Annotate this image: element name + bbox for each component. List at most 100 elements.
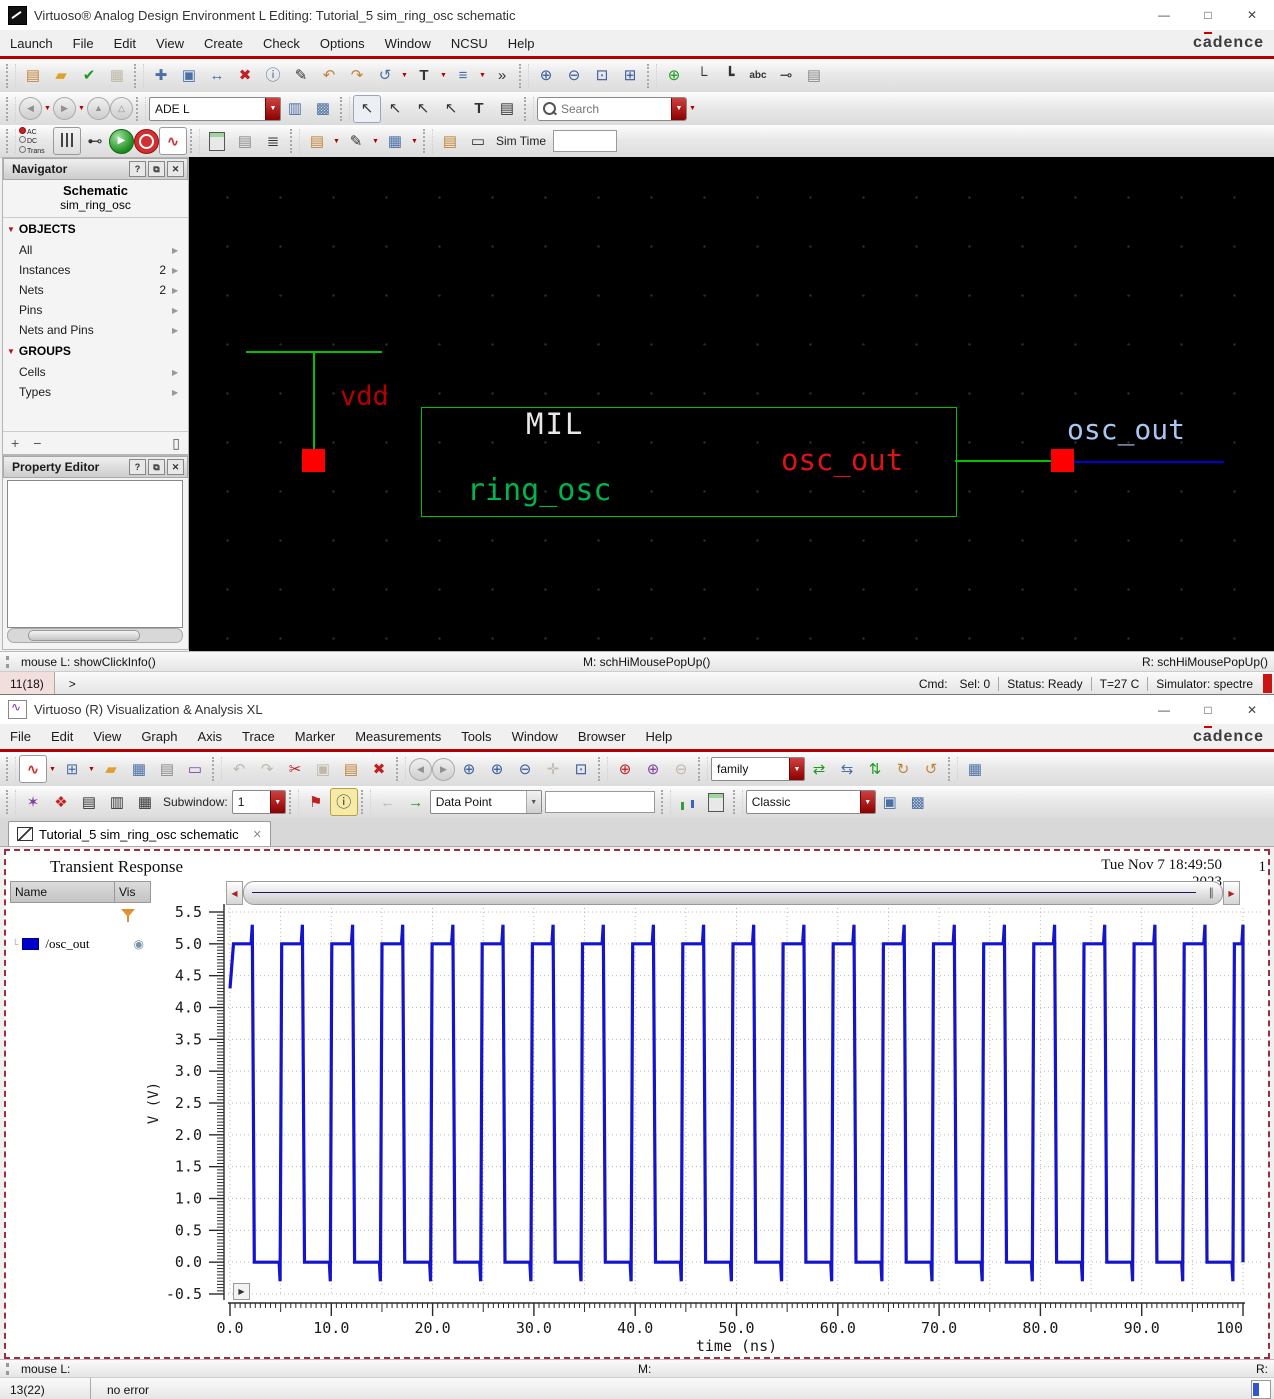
schematic-canvas[interactable]: vdd MIL ring_osc osc_out osc_out [189,157,1274,651]
snapshot-icon[interactable]: ▭ [181,755,209,783]
create-note-icon[interactable]: ▤ [800,62,828,90]
snap-mode-combo-arrow-icon[interactable]: ▼ [525,791,541,813]
instance-cell-label[interactable]: ring_osc [467,473,612,508]
create-wire-wide-icon[interactable]: ┗ [716,62,744,90]
search-box[interactable]: ▼ [537,96,687,121]
workspace-combo[interactable]: ADE L ▼ [149,96,281,121]
menu-browser[interactable]: Browser [568,725,636,748]
expand-icon[interactable]: ▶ [172,388,182,397]
help-icon[interactable]: ? [129,161,146,177]
undo-icon[interactable]: ↶ [315,62,343,90]
graph-wizard-icon[interactable]: ✶ [19,788,47,816]
edit-testbench-icon[interactable]: ✎ [342,127,370,155]
browser-cards-icon[interactable]: ❖ [47,788,75,816]
create-instance-icon[interactable]: ⊕ [660,62,688,90]
maximize-button[interactable]: □ [1186,1,1230,29]
snap-value-input[interactable] [544,791,655,813]
plot-outputs-icon[interactable]: ∿ [159,127,187,155]
new-graph-icon[interactable]: ∿ [19,755,47,783]
save-icon[interactable]: ▦ [103,62,131,90]
nav-item-all[interactable]: All ▶ [3,240,188,260]
appearance-combo[interactable]: Classic ▼ [745,790,876,814]
snap-mode-combo[interactable]: Data Point ▼ [429,790,542,814]
more-tools-icon[interactable]: » [488,62,516,90]
next-view-icon[interactable]: ▶ [432,757,455,781]
net-select-icon[interactable]: ↖ [409,95,437,123]
nav-up-icon[interactable]: ▲ [87,97,110,120]
zoom-out-icon[interactable]: ⊖ [560,62,588,90]
new-subwindow-icon[interactable]: ⊞ [58,755,86,783]
close-button[interactable]: ✕ [1230,696,1274,724]
prev-view-icon[interactable]: ◀ [409,757,432,781]
align-icon[interactable]: ≡ [449,62,477,90]
nav-back-icon[interactable]: ◀ [19,97,42,120]
menu-measurements[interactable]: Measurements [345,725,451,748]
command-log-icon[interactable]: ▭ [464,127,492,155]
menu-window[interactable]: Window [375,32,441,55]
zoom-in-icon[interactable]: ⊕ [532,62,560,90]
expand-icon[interactable]: ▶ [172,326,182,335]
show-table-icon[interactable]: ▦ [961,755,989,783]
copy-icon[interactable]: ▣ [309,755,337,783]
vdd-stem-wire[interactable] [313,351,315,451]
menu-options[interactable]: Options [310,32,375,55]
maximize-button[interactable]: □ [1186,696,1230,724]
rotate-dropdown-icon[interactable]: ▼ [399,65,410,87]
menu-ncsu[interactable]: NCSU [441,32,498,55]
close-button[interactable]: ✕ [1230,1,1274,29]
nav-item-instances[interactable]: Instances 2 ▶ [3,260,188,280]
create-wire-name-icon[interactable]: abc [744,62,772,90]
instance-pin-label[interactable]: osc_out [781,443,903,477]
zoom-in-icon[interactable]: ⊕ [455,755,483,783]
prev-data-point-icon[interactable]: ← [374,788,402,816]
annotate-info-icon[interactable]: ⓘ [329,788,358,816]
float-icon[interactable]: ⧉ [148,459,165,475]
check-and-save-icon[interactable]: ✔ [75,62,103,90]
reset-appearance-icon[interactable]: ▩ [904,788,932,816]
strip-play-icon[interactable]: ▶ [233,1283,250,1300]
search-options-dropdown-icon[interactable]: ▼ [687,98,698,120]
minimize-button[interactable]: — [1142,1,1186,29]
menu-launch[interactable]: Launch [0,32,63,55]
search-input[interactable] [559,100,671,117]
paste-icon[interactable]: ▤ [337,755,365,783]
zoom-area-icon[interactable]: ⊞ [616,62,644,90]
export-doc-icon[interactable]: ▤ [436,127,464,155]
checks-icon[interactable]: ▦ [381,127,409,155]
command-prompt[interactable]: > [69,677,76,691]
collapse-icon[interactable]: ▼ [7,347,15,356]
flag-marker-icon[interactable]: ⚑ [302,788,330,816]
menu-tools[interactable]: Tools [451,725,501,748]
close-icon[interactable]: ✕ [167,161,184,177]
nav-forward-icon[interactable]: ▶ [53,97,76,120]
display-options-icon[interactable]: ▩ [309,95,337,123]
nav-item-pins[interactable]: Pins ▶ [3,300,188,320]
menu-graph[interactable]: Graph [131,725,187,748]
reload-graph-icon[interactable]: ↺ [917,755,945,783]
design-variables-icon[interactable] [53,127,81,155]
checks-dropdown-icon[interactable]: ▼ [409,130,420,152]
rotate-icon[interactable]: ↺ [371,62,399,90]
sweep-mode-combo-arrow-icon[interactable]: ▼ [789,758,804,780]
calculator-icon[interactable] [702,788,730,816]
stop-simulation-icon[interactable] [134,128,159,154]
menu-file[interactable]: File [63,32,104,55]
expand-icon[interactable]: ▶ [172,368,182,377]
tab-close-icon[interactable]: ✕ [253,828,262,841]
copy-graph-icon[interactable]: ↻ [889,755,917,783]
move-icon[interactable]: ✚ [147,62,175,90]
minimize-button[interactable]: — [1142,696,1186,724]
add-group-button[interactable]: + [11,435,19,451]
vdd-pin[interactable] [302,449,325,472]
object-info-icon[interactable]: ⓘ [259,62,287,90]
nav-item-types[interactable]: Types ▶ [3,382,188,402]
help-icon[interactable]: ? [129,459,146,475]
save-workspace-icon[interactable]: ▥ [281,95,309,123]
netlist-and-run-icon[interactable]: ▶ [109,128,134,154]
appearance-combo-arrow-icon[interactable]: ▼ [859,791,875,813]
nav-item-nets-and-pins[interactable]: Nets and Pins ▶ [3,320,188,340]
subwindow-combo-arrow-icon[interactable]: ▼ [269,791,285,813]
expand-icon[interactable]: ▶ [172,286,182,295]
save-icon[interactable]: ▦ [125,755,153,783]
vertical-strips-icon[interactable]: ▥ [103,788,131,816]
